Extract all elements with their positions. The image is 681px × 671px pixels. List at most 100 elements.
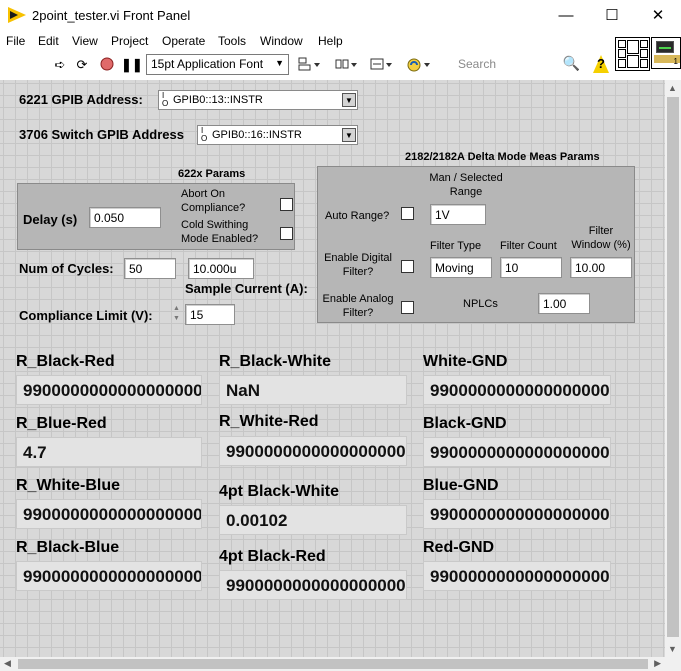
vertical-scroll-thumb[interactable]	[667, 97, 679, 637]
font-select[interactable]: 15pt Application Font ▼	[146, 54, 289, 75]
filter-window-label: Filter Window (%)	[571, 225, 631, 251]
sample-current-input[interactable]: 10.000u	[188, 258, 254, 279]
gpib-3706-select[interactable]: IO GPIB0::16::INSTR ▼	[197, 125, 358, 145]
cold-switching-label: Cold Swithing Mode Enabled?	[181, 219, 259, 245]
abort-compliance-checkbox[interactable]	[280, 198, 293, 211]
help-question-mark: ?	[597, 56, 605, 71]
delay-input[interactable]: 0.050	[89, 207, 161, 228]
scroll-right-icon[interactable]: ▶	[654, 658, 661, 669]
pause-icon[interactable]: ❚❚	[121, 57, 143, 73]
red-gnd-value: 9900000000000000000	[423, 561, 611, 591]
r-black-red-label: R_Black-Red	[16, 353, 115, 370]
delta-params-title: 2182/2182A Delta Mode Meas Params	[405, 151, 600, 163]
cold-switching-checkbox[interactable]	[280, 227, 293, 240]
vi-icon-number: 1	[673, 57, 678, 66]
gpib-6221-select[interactable]: IO GPIB0::13::INSTR ▼	[158, 90, 358, 110]
close-button[interactable]: ✕	[635, 0, 681, 31]
black-gnd-value: 9900000000000000000	[423, 437, 611, 467]
font-select-value: 15pt Application Font	[151, 57, 264, 71]
decrement-arrow-icon[interactable]: ▼	[173, 315, 180, 322]
sample-current-label: Sample Current (A):	[185, 281, 308, 296]
r-black-blue-value: 9900000000000000000	[16, 561, 202, 591]
distribute-icon[interactable]	[335, 57, 359, 73]
chevron-down-icon[interactable]: ▼	[342, 93, 356, 107]
blue-gnd-label: Blue-GND	[423, 477, 499, 494]
horizontal-scroll-thumb[interactable]	[18, 659, 648, 669]
filter-type-select[interactable]: Moving	[430, 257, 492, 278]
r-black-blue-label: R_Black-Blue	[16, 539, 120, 556]
pt4-black-white-label: 4pt Black-White	[219, 483, 340, 500]
black-gnd-label: Black-GND	[423, 415, 507, 432]
nplcs-label: NPLCs	[463, 298, 498, 310]
filter-count-input[interactable]: 10	[500, 257, 562, 278]
menu-file[interactable]: File	[6, 34, 25, 48]
r-black-white-label: R_Black-White	[219, 353, 332, 370]
pt4-black-red-value: 9900000000000000000	[219, 570, 407, 600]
menu-view[interactable]: View	[72, 34, 98, 48]
gpib-6221-value: GPIB0::13::INSTR	[173, 94, 263, 106]
r-blue-red-label: R_Blue-Red	[16, 415, 107, 432]
resize-icon[interactable]	[370, 57, 394, 73]
title-bar: 2point_tester.vi Front Panel — ☐ ✕	[0, 0, 681, 31]
connector-pane[interactable]	[615, 37, 650, 71]
compliance-limit-label: Compliance Limit (V):	[19, 308, 153, 323]
menu-help[interactable]: Help	[318, 34, 343, 48]
enable-analog-label: Enable Analog Filter?	[322, 293, 394, 319]
menu-edit[interactable]: Edit	[38, 34, 59, 48]
chevron-down-icon[interactable]: ▼	[342, 128, 356, 142]
scroll-up-icon[interactable]: ▲	[668, 83, 677, 93]
r-white-blue-value: 9900000000000000000	[16, 499, 202, 529]
abort-compliance-label: Abort On Compliance?	[181, 188, 246, 214]
menu-tools[interactable]: Tools	[218, 34, 246, 48]
visa-io-icon: IO	[162, 91, 169, 108]
increment-arrow-icon[interactable]: ▲	[173, 305, 180, 312]
scroll-left-icon[interactable]: ◀	[4, 658, 11, 669]
run-continuous-icon[interactable]: ⟳	[74, 57, 90, 73]
auto-range-label: Auto Range?	[325, 210, 390, 222]
search-placeholder: Search	[458, 57, 497, 71]
man-range-label: Man / Selected Range	[429, 172, 503, 198]
vertical-scrollbar[interactable]: ▲ ▼	[665, 80, 681, 657]
r-white-red-label: R_White-Red	[219, 413, 319, 430]
minimize-button[interactable]: —	[543, 0, 589, 31]
menu-operate[interactable]: Operate	[162, 34, 205, 48]
enable-analog-checkbox[interactable]	[401, 301, 414, 314]
menu-window[interactable]: Window	[260, 34, 303, 48]
filter-window-input[interactable]: 10.00	[570, 257, 632, 278]
reorder-icon[interactable]	[406, 57, 432, 73]
toolbar: ➪ ⟳ ❚❚ 15pt Application Font ▼ Search 🔍	[0, 51, 614, 78]
gpib-3706-value: GPIB0::16::INSTR	[212, 129, 302, 141]
r-black-white-value: NaN	[219, 375, 407, 405]
connector-terminal	[627, 55, 639, 68]
search-icon[interactable]: 🔍	[563, 55, 580, 72]
filter-type-label: Filter Type	[430, 240, 482, 252]
front-panel: 6221 GPIB Address: IO GPIB0::13::INSTR ▼…	[0, 80, 665, 657]
connector-terminal	[640, 59, 648, 68]
maximize-button[interactable]: ☐	[589, 0, 635, 31]
abort-icon[interactable]	[99, 57, 115, 73]
enable-digital-label: Enable Digital Filter?	[324, 252, 392, 278]
search-input[interactable]: Search 🔍	[452, 54, 588, 75]
auto-range-checkbox[interactable]	[401, 207, 414, 220]
align-icon[interactable]	[298, 57, 322, 73]
vi-icon-screen	[656, 41, 674, 53]
nplcs-input[interactable]: 1.00	[538, 293, 590, 314]
scroll-down-icon[interactable]: ▼	[668, 644, 677, 654]
horizontal-scrollbar[interactable]: ◀ ▶	[0, 657, 665, 671]
connector-terminal	[618, 59, 626, 68]
vi-icon[interactable]: 1	[651, 37, 681, 69]
connector-terminal	[640, 40, 648, 48]
menu-project[interactable]: Project	[111, 34, 148, 48]
connector-terminal	[618, 49, 626, 58]
enable-digital-checkbox[interactable]	[401, 260, 414, 273]
r-white-red-value: 9900000000000000000	[219, 436, 407, 466]
compliance-spinner[interactable]: ▲ ▼	[172, 304, 184, 326]
num-cycles-input[interactable]: 50	[124, 258, 176, 279]
run-arrow-icon[interactable]: ➪	[52, 57, 68, 73]
white-gnd-value: 9900000000000000000	[423, 375, 611, 405]
red-gnd-label: Red-GND	[423, 539, 495, 556]
window-title: 2point_tester.vi Front Panel	[32, 8, 191, 23]
white-gnd-label: White-GND	[423, 353, 508, 370]
range-input[interactable]: 1V	[430, 204, 486, 225]
compliance-limit-input[interactable]: 15	[185, 304, 235, 325]
